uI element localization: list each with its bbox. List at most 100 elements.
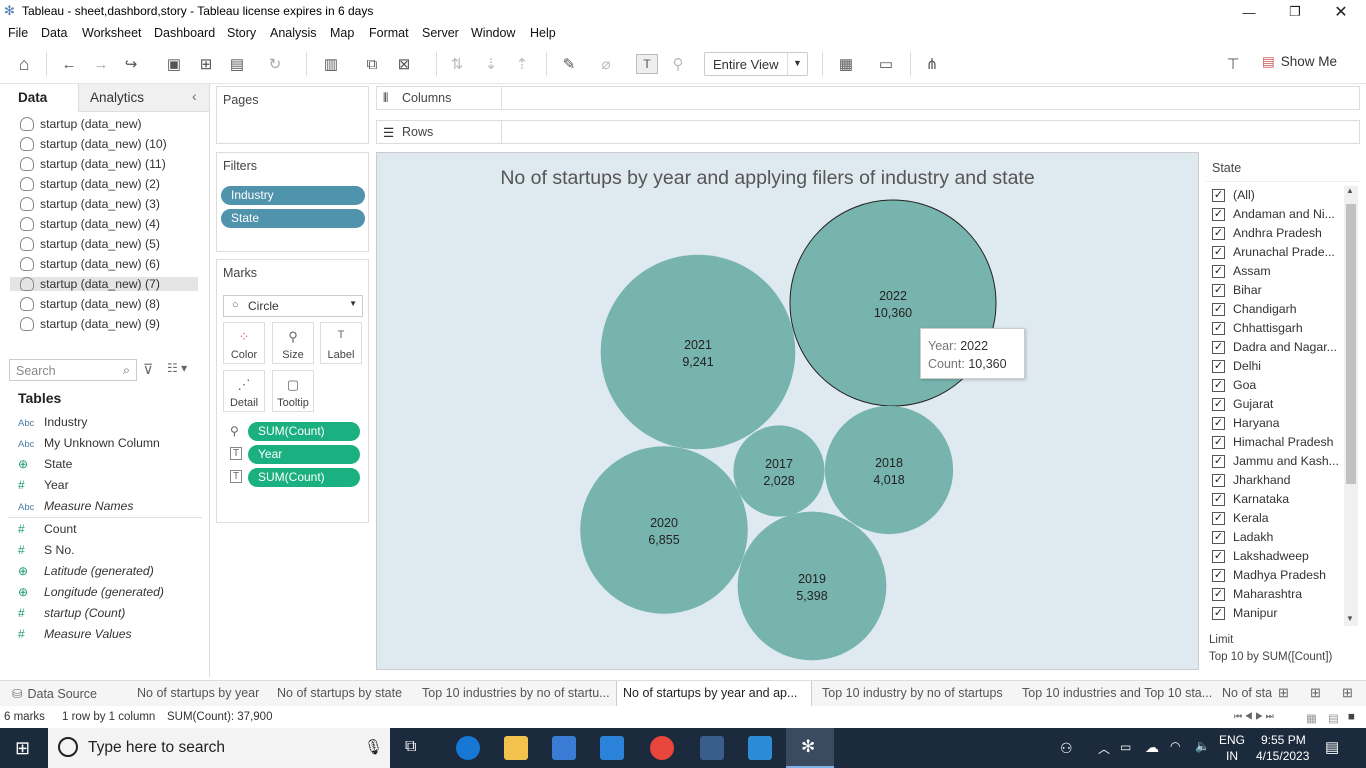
detail-button[interactable]: ⋰ Detail [223, 370, 265, 412]
state-filter-item[interactable]: ✓ Kerala [1212, 511, 1269, 525]
mark-type-select[interactable]: ○ Circle ▼ [223, 295, 363, 317]
data-source-item[interactable]: startup (data_new) (10) [20, 137, 167, 151]
marks-pill-count[interactable]: SUM(Count) [248, 468, 360, 487]
menu-format[interactable]: Format [369, 26, 409, 40]
checkbox-checked-icon[interactable]: ✓ [1212, 511, 1225, 525]
tab-sheet-3[interactable]: Top 10 industries by no of startu... [416, 681, 612, 707]
format-painter-icon[interactable]: ⊤ [1222, 54, 1244, 74]
show-labels-icon[interactable]: T [636, 54, 658, 74]
volume-icon[interactable]: 🔈 [1195, 739, 1210, 753]
pause-updates-icon[interactable]: ▤ [226, 54, 248, 74]
menu-server[interactable]: Server [422, 26, 459, 40]
checkbox-checked-icon[interactable]: ✓ [1212, 226, 1225, 240]
field-item[interactable]: # startup (Count) [18, 606, 125, 620]
data-source-item[interactable]: startup (data_new) (3) [20, 197, 160, 211]
state-filter-item[interactable]: ✓ Andaman and Ni... [1212, 207, 1335, 221]
state-filter-item[interactable]: ✓ Ladakh [1212, 530, 1273, 544]
state-filter-item[interactable]: ✓ Jharkhand [1212, 473, 1290, 487]
task-view-icon[interactable]: ⧉ [405, 738, 416, 756]
data-source-item[interactable]: startup (data_new) (7) [10, 277, 198, 291]
language-indicator[interactable]: ENG [1219, 733, 1245, 747]
show-cards-icon[interactable]: ▦ [835, 54, 857, 74]
data-source-item[interactable]: startup (data_new) (8) [20, 297, 160, 311]
checkbox-checked-icon[interactable]: ✓ [1212, 321, 1225, 335]
save-icon[interactable]: ▣ [163, 54, 185, 74]
state-scrollbar[interactable]: ▲ ▼ [1344, 186, 1358, 626]
checkbox-checked-icon[interactable]: ✓ [1212, 302, 1225, 316]
checkbox-checked-icon[interactable]: ✓ [1212, 188, 1225, 202]
menu-data[interactable]: Data [41, 26, 67, 40]
windows-start-icon[interactable]: ⊞ [15, 738, 30, 759]
state-filter-item[interactable]: ✓ Assam [1212, 264, 1271, 278]
close-button[interactable]: ✕ [1318, 0, 1364, 24]
swap-icon[interactable]: ⇅ [446, 54, 468, 74]
rows-shelf[interactable]: ☰ Rows [376, 120, 1360, 144]
menu-file[interactable]: File [8, 26, 28, 40]
checkbox-checked-icon[interactable]: ✓ [1212, 359, 1225, 373]
undo-icon[interactable]: ← [58, 54, 80, 74]
replay-icon[interactable]: ↪ [120, 54, 142, 74]
state-filter-item[interactable]: ✓ Haryana [1212, 416, 1279, 430]
checkbox-checked-icon[interactable]: ✓ [1212, 416, 1225, 430]
marks-pill-year[interactable]: Year [248, 445, 360, 464]
field-item[interactable]: Abc Measure Names [18, 499, 133, 513]
refresh-icon[interactable]: ↻ [264, 54, 286, 74]
new-worksheet-icon[interactable]: ▥ [320, 54, 342, 74]
redo-icon[interactable]: → [90, 54, 112, 74]
state-filter-item[interactable]: ✓ (All) [1212, 188, 1255, 202]
state-filter-item[interactable]: ✓ Maharashtra [1212, 587, 1302, 601]
taskbar-search[interactable]: Type here to search 🎙 [48, 728, 390, 768]
menu-map[interactable]: Map [330, 26, 354, 40]
state-filter-item[interactable]: ✓ Bihar [1212, 283, 1262, 297]
chevron-up-icon[interactable]: ︿ [1098, 740, 1110, 757]
state-filter-item[interactable]: ✓ Karnataka [1212, 492, 1289, 506]
tab-sheet-1[interactable]: No of startups by year [131, 681, 266, 707]
state-filter-item[interactable]: ✓ Delhi [1212, 359, 1261, 373]
field-item[interactable]: ⊕ Latitude (generated) [18, 564, 154, 578]
state-filter-item[interactable]: ✓ Andhra Pradesh [1212, 226, 1322, 240]
new-worksheet-icon[interactable]: ⊞ [1278, 685, 1289, 701]
filter-pill-industry[interactable]: Industry [221, 186, 365, 205]
store-icon[interactable] [552, 736, 576, 760]
data-source-item[interactable]: startup (data_new) (4) [20, 217, 160, 231]
marks-pill-size[interactable]: SUM(Count) [248, 422, 360, 441]
menu-dashboard[interactable]: Dashboard [154, 26, 215, 40]
size-button[interactable]: ⚲ Size [272, 322, 314, 364]
checkbox-checked-icon[interactable]: ✓ [1212, 378, 1225, 392]
share-icon[interactable]: ⋔ [921, 54, 943, 74]
restore-button[interactable]: ❐ [1272, 0, 1318, 24]
filters-card[interactable]: Filters Industry State [216, 152, 369, 252]
duplicate-sheet-icon[interactable]: ⧉ [361, 54, 383, 74]
mail-icon[interactable] [600, 736, 624, 760]
cloud-icon[interactable]: ☁ [1145, 739, 1159, 756]
file-explorer-icon[interactable] [504, 736, 528, 760]
filter-icon[interactable]: ⊽ [143, 361, 153, 378]
fix-axes-icon[interactable]: ⚲ [667, 54, 689, 74]
notification-icon[interactable]: ▤ [1325, 738, 1339, 756]
checkbox-checked-icon[interactable]: ✓ [1212, 568, 1225, 582]
presentation-icon[interactable]: ▭ [875, 54, 897, 74]
data-source-item[interactable]: startup (data_new) (5) [20, 237, 160, 251]
state-filter-item[interactable]: ✓ Gujarat [1212, 397, 1273, 411]
checkbox-checked-icon[interactable]: ✓ [1212, 207, 1225, 221]
wifi-icon[interactable]: ◠ [1170, 739, 1180, 753]
field-item[interactable]: # Count [18, 522, 77, 536]
state-filter-item[interactable]: ✓ Himachal Pradesh [1212, 435, 1333, 449]
search-input[interactable]: Search ⌕ [9, 359, 137, 381]
checkbox-checked-icon[interactable]: ✓ [1212, 492, 1225, 506]
filter-pill-state[interactable]: State [221, 209, 365, 228]
minimize-button[interactable]: — [1226, 0, 1272, 24]
field-item[interactable]: Abc Industry [18, 415, 87, 429]
sort-asc-icon[interactable]: ⇣ [480, 54, 502, 74]
clear-sheet-icon[interactable]: ⊠ [393, 54, 415, 74]
sort-desc-icon[interactable]: ⇡ [511, 54, 533, 74]
data-source-item[interactable]: startup (data_new) (9) [20, 317, 160, 331]
field-item[interactable]: ⊕ Longitude (generated) [18, 585, 164, 599]
sheet-sorter-icon[interactable]: ▦ [1306, 711, 1317, 725]
battery-icon[interactable]: ▭ [1120, 740, 1131, 754]
menu-analysis[interactable]: Analysis [270, 26, 317, 40]
field-item[interactable]: Abc My Unknown Column [18, 436, 160, 450]
state-filter-item[interactable]: ✓ Jammu and Kash... [1212, 454, 1339, 468]
color-button[interactable]: ⁘ Color [223, 322, 265, 364]
checkbox-checked-icon[interactable]: ✓ [1212, 549, 1225, 563]
